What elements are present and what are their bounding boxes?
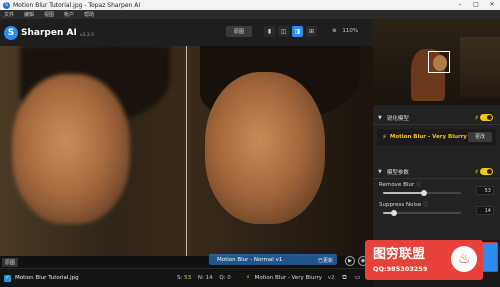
zoom-level: 110%: [342, 28, 359, 34]
suppress-noise-value[interactable]: 14: [476, 206, 494, 215]
window-controls: – □ ✕: [452, 0, 500, 10]
bolt-icon: ⚡: [246, 275, 250, 281]
processed-model-label: Motion Blur - Normal v1: [217, 257, 283, 263]
bolt-icon: ⚡: [382, 133, 387, 141]
processed-status: 已更新: [318, 258, 334, 264]
zoom-control[interactable]: ⊕ 110%: [332, 28, 358, 34]
window-titlebar: S Motion Blur Tutorial.jpg - Topaz Sharp…: [0, 0, 500, 10]
model-params-header[interactable]: ▼ 模型参数 ⚡: [373, 165, 500, 179]
compare-button-label: 原图: [233, 29, 244, 35]
split-view-icon[interactable]: ◫: [278, 26, 289, 37]
play-icon[interactable]: ▶: [345, 256, 355, 266]
status-model-version: v2: [327, 275, 335, 281]
info-icon: ⓘ: [416, 182, 422, 188]
bolt-icon: ⚡: [474, 167, 479, 176]
suppress-noise-param: Suppress Noise ⓘ 14: [373, 199, 500, 219]
q-label: Q:: [219, 275, 226, 281]
app-version: v3.3.5: [79, 32, 94, 38]
status-bar: ✓ Motion Blur Tutorial.jpg S: 53 N: 14 Q…: [0, 268, 373, 287]
split-divider[interactable]: [186, 46, 187, 256]
watermark-banner: 图穷联盟 QQ:985303259 ♨: [365, 240, 483, 280]
sharpen-model-title: 锐化模型: [386, 115, 409, 122]
menu-file[interactable]: 文件: [4, 11, 14, 18]
n-value: 14: [205, 275, 213, 281]
maximize-icon[interactable]: □: [468, 0, 484, 10]
sharpen-model-header[interactable]: ▼ 锐化模型 ⚡: [373, 111, 500, 125]
remove-blur-fill: [383, 192, 425, 194]
close-icon[interactable]: ✕: [484, 0, 500, 10]
sharpen-logo-icon: S: [4, 25, 18, 40]
frame-icon[interactable]: ▭: [353, 274, 362, 282]
bolt-icon: ⚡: [474, 113, 479, 122]
original-pane-label: 原图: [2, 258, 19, 267]
file-name: Motion Blur Tutorial.jpg: [15, 275, 79, 281]
remove-blur-param: Remove Blur ⓘ 53: [373, 179, 500, 199]
n-label: N:: [197, 275, 204, 281]
selected-model-name: Motion Blur - Very Blurry: [389, 134, 468, 140]
params-toggle[interactable]: [480, 168, 493, 175]
view-mode-group: ▮ ◫ ◨ ⊞: [264, 26, 320, 37]
app-icon: S: [3, 1, 10, 9]
side-by-side-view-icon[interactable]: ◨: [292, 26, 303, 37]
param-summary: S: 53 N: 14 Q: 0: [177, 275, 236, 281]
watermark-title: 图穷联盟: [373, 247, 426, 262]
info-icon: ⓘ: [423, 202, 429, 208]
processed-image-face: [205, 72, 325, 224]
image-preview[interactable]: [0, 46, 373, 256]
menu-account[interactable]: 帐户: [64, 11, 74, 18]
remove-blur-knob[interactable]: [421, 190, 428, 196]
navigator-viewport-box[interactable]: [428, 51, 450, 73]
suppress-noise-slider[interactable]: [383, 210, 461, 216]
menu-help[interactable]: 帮助: [84, 11, 94, 18]
navigator-background: [460, 37, 500, 97]
watermark-qq: QQ:985303259: [373, 265, 428, 273]
menu-bar: 文件 编辑 视图 帐户 帮助: [0, 10, 500, 19]
original-image-face: [12, 74, 130, 224]
chevron-down-icon: ▼: [378, 168, 382, 175]
quad-view-icon[interactable]: ⊞: [306, 26, 317, 37]
app-logo: S Sharpen AI v3.3.5: [4, 25, 94, 40]
suppress-noise-knob[interactable]: [390, 210, 397, 216]
status-model-name: Motion Blur - Very Blurry: [254, 275, 322, 281]
s-value: 53: [184, 275, 192, 281]
model-params-section: ▼ 模型参数 ⚡ Remove Blur ⓘ 53 Suppress Noise ⓘ…: [373, 165, 500, 219]
single-view-icon[interactable]: ▮: [264, 26, 275, 37]
q-value: 0: [227, 275, 231, 281]
navigator-thumbnail[interactable]: [373, 19, 500, 105]
remove-blur-value[interactable]: 53: [476, 186, 494, 195]
window-title: Motion Blur Tutorial.jpg - Topaz Sharpen…: [13, 1, 141, 9]
original-compare-button[interactable]: 原图: [226, 26, 252, 37]
duplicate-icon[interactable]: ⧉: [340, 274, 349, 282]
file-checkbox[interactable]: ✓: [4, 274, 11, 282]
watermark-logo-icon: ♨: [451, 246, 477, 272]
selected-model: ⚡ Motion Blur - Very Blurry 更改: [377, 129, 496, 145]
status-model: ⚡ Motion Blur - Very Blurry v2: [246, 275, 335, 281]
change-model-button[interactable]: 更改: [468, 132, 492, 142]
model-params-title: 模型参数: [386, 169, 409, 176]
menu-edit[interactable]: 编辑: [24, 11, 34, 18]
zoom-icon: ⊕: [332, 28, 337, 34]
top-toolbar: S Sharpen AI v3.3.5 原图 ▮ ◫ ◨ ⊞ ⊕ 110%: [0, 19, 373, 46]
chevron-down-icon: ▼: [378, 114, 382, 121]
remove-blur-label: Remove Blur: [379, 182, 415, 188]
menu-view[interactable]: 视图: [44, 11, 54, 18]
model-toggle[interactable]: [480, 114, 493, 121]
app-name: Sharpen AI: [21, 27, 77, 38]
remove-blur-slider[interactable]: [383, 190, 461, 196]
suppress-noise-label: Suppress Noise: [379, 202, 422, 208]
sharpen-model-section: ▼ 锐化模型 ⚡ ⚡ Motion Blur - Very Blurry 更改: [373, 111, 500, 149]
minimize-icon[interactable]: –: [452, 0, 468, 10]
s-label: S:: [177, 275, 183, 281]
